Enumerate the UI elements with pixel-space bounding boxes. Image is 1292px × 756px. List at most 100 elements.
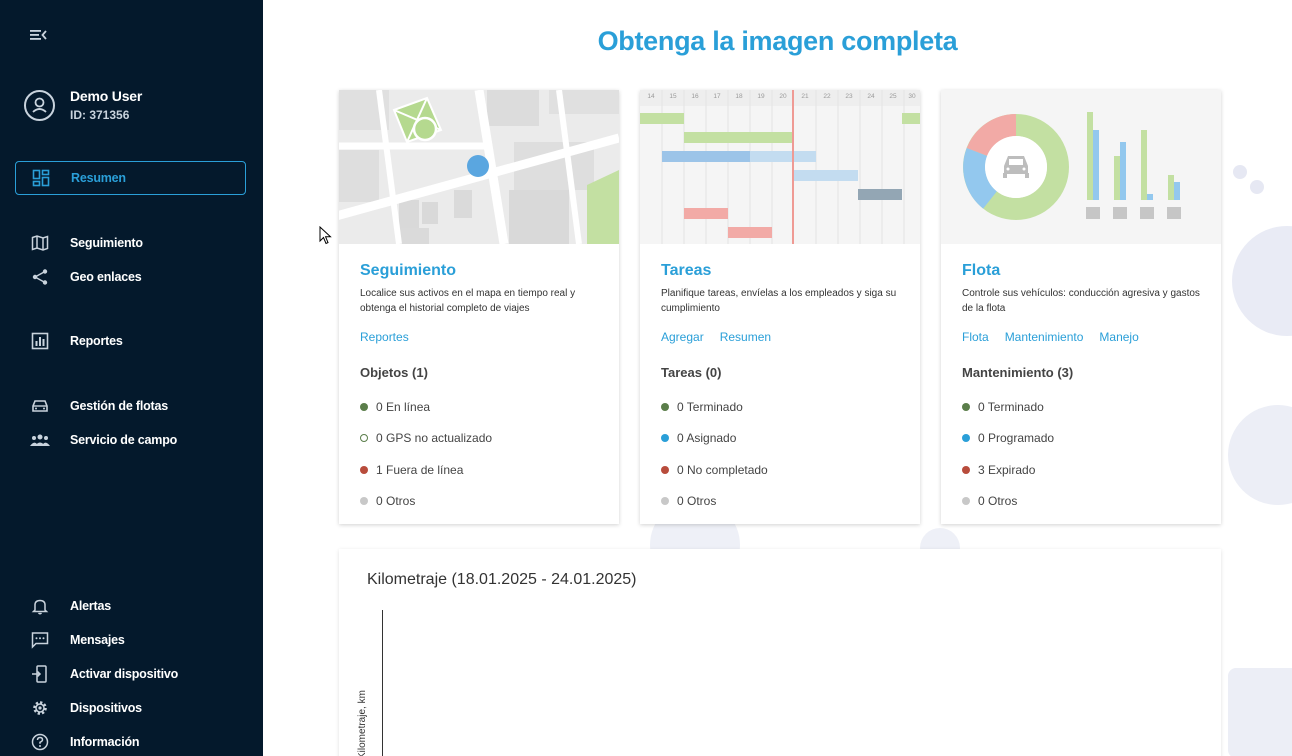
collapse-menu-icon[interactable] [29, 27, 49, 43]
stat-row[interactable]: 0 No completado [661, 463, 768, 477]
gantt-day-label: 24 [867, 93, 875, 100]
sidebar-item-activar-dispositivo[interactable]: Activar dispositivo [15, 657, 246, 691]
card-tareas: 14 15 16 17 18 19 20 21 22 23 24 25 30 T… [640, 90, 920, 524]
mouse-cursor-icon [319, 225, 333, 251]
stat-row[interactable]: 0 Terminado [661, 400, 743, 414]
sidebar-item-resumen[interactable]: Resumen [15, 161, 246, 195]
stat-label: 0 Otros [677, 494, 717, 508]
background-decoration [1250, 180, 1264, 194]
card-seguimiento: Seguimiento Localice sus activos en el m… [339, 90, 619, 524]
chart-y-label: Kilometraje, km [357, 690, 368, 756]
gantt-day-label: 19 [757, 93, 765, 100]
sidebar-item-label: Gestión de flotas [70, 399, 169, 413]
chart-title: Kilometraje (18.01.2025 - 24.01.2025) [367, 571, 637, 588]
map-icon [29, 232, 51, 254]
stat-label: 0 No completado [677, 463, 768, 477]
sidebar-item-seguimiento[interactable]: Seguimiento [15, 226, 246, 260]
stat-label: 0 En línea [376, 400, 431, 414]
stat-row[interactable]: 0 Terminado [962, 400, 1044, 414]
sidebar-item-gestion-de-flotas[interactable]: Gestión de flotas [15, 389, 246, 423]
link-manejo[interactable]: Manejo [1099, 330, 1138, 344]
stat-label: 0 Programado [978, 431, 1055, 445]
gantt-day-label: 21 [801, 93, 809, 100]
user-profile[interactable]: Demo User ID: 371356 [24, 88, 142, 122]
card-description: Localice sus activos en el mapa en tiemp… [360, 288, 576, 314]
background-decoration [1228, 668, 1292, 756]
background-decoration [1233, 165, 1247, 179]
gantt-day-label: 15 [669, 93, 677, 100]
stat-row[interactable]: 0 Programado [962, 431, 1054, 445]
card-subtitle: Mantenimiento (3) [962, 365, 1074, 380]
gantt-day-label: 22 [823, 93, 831, 100]
mileage-chart-card: Kilometraje (18.01.2025 - 24.01.2025) Ki… [339, 549, 1221, 756]
device-activate-icon [29, 663, 51, 685]
gantt-day-label: 25 [889, 93, 897, 100]
bell-icon [29, 595, 51, 617]
card-title[interactable]: Flota [962, 262, 1000, 280]
sidebar-item-label: Geo enlaces [70, 270, 142, 284]
sidebar-item-reportes[interactable]: Reportes [15, 324, 246, 358]
card-description: Controle sus vehículos: conducción agres… [962, 288, 1200, 314]
avatar-icon [24, 89, 55, 121]
sidebar-item-label: Dispositivos [70, 701, 142, 715]
sidebar-item-mensajes[interactable]: Mensajes [15, 623, 246, 657]
gantt-illustration: 14 15 16 17 18 19 20 21 22 23 24 25 30 [640, 90, 920, 244]
sidebar-item-label: Activar dispositivo [70, 667, 179, 681]
stat-label: 0 GPS no actualizado [376, 431, 493, 445]
sidebar-item-servicio-de-campo[interactable]: Servicio de campo [15, 423, 246, 457]
sidebar-item-label: Mensajes [70, 633, 125, 647]
sidebar-item-alertas[interactable]: Alertas [15, 589, 246, 623]
stat-label: 0 Terminado [677, 400, 743, 414]
link-flota[interactable]: Flota [962, 330, 989, 344]
sidebar-item-label: Resumen [71, 171, 126, 185]
sidebar-item-dispositivos[interactable]: Dispositivos [15, 691, 246, 725]
page-title: Obtenga la imagen completa [597, 26, 958, 56]
group-icon [29, 429, 51, 451]
stat-label: 1 Fuera de línea [376, 463, 464, 477]
status-dot [661, 497, 669, 505]
stat-row[interactable]: 0 Otros [962, 494, 1017, 508]
gear-icon [29, 697, 51, 719]
gantt-day-label: 23 [845, 93, 853, 100]
stat-row[interactable]: 1 Fuera de línea [360, 463, 463, 477]
status-dot [962, 403, 970, 411]
gantt-day-label: 18 [735, 93, 743, 100]
user-name: Demo User [70, 88, 143, 104]
stat-row[interactable]: 0 Asignado [661, 431, 736, 445]
sidebar-item-informacion[interactable]: Información [15, 725, 246, 756]
fleet-illustration [941, 90, 1221, 244]
status-dot [661, 434, 669, 442]
card-subtitle: Objetos (1) [360, 365, 428, 380]
chart-icon [29, 330, 51, 352]
card-description: Planifique tareas, envíelas a los emplea… [661, 288, 897, 314]
user-id: ID: 371356 [70, 108, 130, 122]
stat-label: 3 Expirado [978, 463, 1036, 477]
link-agregar[interactable]: Agregar [661, 330, 704, 344]
stat-row[interactable]: 0 Otros [360, 494, 415, 508]
share-icon [29, 266, 51, 288]
link-reportes[interactable]: Reportes [360, 330, 409, 344]
link-resumen[interactable]: Resumen [720, 330, 771, 344]
sidebar-item-label: Reportes [70, 334, 123, 348]
stat-row[interactable]: 0 Otros [661, 494, 716, 508]
stat-row[interactable]: 3 Expirado [962, 463, 1035, 477]
card-title[interactable]: Seguimiento [360, 262, 456, 280]
card-title[interactable]: Tareas [661, 262, 711, 280]
sidebar-item-label: Servicio de campo [70, 433, 178, 447]
map-illustration [339, 90, 619, 244]
gantt-day-header: 14 15 16 17 18 19 20 21 22 23 24 25 30 [640, 93, 920, 103]
sidebar-item-geo-enlaces[interactable]: Geo enlaces [15, 260, 246, 294]
sidebar: Demo User ID: 371356 Resumen Seguimiento… [0, 0, 263, 756]
gantt-day-label: 14 [647, 93, 655, 100]
stat-row[interactable]: 0 En línea [360, 400, 430, 414]
status-dot [661, 466, 669, 474]
stat-label: 0 Otros [978, 494, 1018, 508]
card-flota: Flota Controle sus vehículos: conducción… [941, 90, 1221, 524]
gantt-day-label: 16 [691, 93, 699, 100]
dashboard-icon [30, 167, 52, 189]
status-dot [962, 434, 970, 442]
stat-label: 0 Otros [376, 494, 416, 508]
card-subtitle: Tareas (0) [661, 365, 722, 380]
stat-row[interactable]: 0 GPS no actualizado [360, 431, 492, 445]
link-mantenimiento[interactable]: Mantenimiento [1005, 330, 1084, 344]
